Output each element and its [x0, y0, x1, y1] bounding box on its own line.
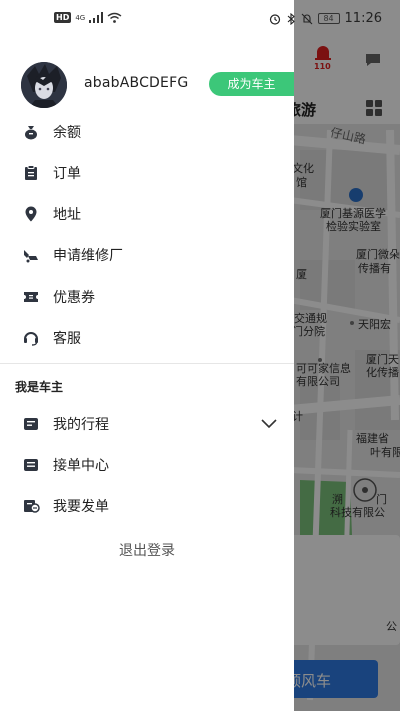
menu-label: 余额 [53, 125, 81, 141]
menu-item-my-trips[interactable]: 我的行程 [0, 403, 294, 443]
menu-item-customer-service[interactable]: 客服 [0, 317, 294, 357]
wifi-icon [107, 12, 122, 23]
menu-label: 我的行程 [53, 417, 109, 433]
battery-indicator: 84 [317, 13, 340, 24]
mute-icon [301, 13, 312, 24]
bluetooth-icon [287, 12, 295, 25]
status-bar-right: 84 11:26 [269, 11, 382, 26]
username: ababABCDEFG [84, 75, 189, 91]
menu-label: 我要发单 [53, 499, 109, 515]
menu-label: 优惠券 [53, 290, 95, 306]
signal-icon [89, 12, 104, 23]
order-center-icon [24, 459, 38, 471]
navigation-drawer: HD 4G ababABCDEFG 成为车主 余额 订单 地址 申请维修厂 优惠… [0, 0, 294, 711]
menu-item-order-center[interactable]: 接单中心 [0, 444, 294, 484]
divider [0, 363, 294, 364]
wallet-icon [25, 126, 37, 140]
network-type: 4G [75, 13, 86, 22]
menu-item-post-order[interactable]: 我要发单 [0, 485, 294, 525]
menu-label: 地址 [53, 207, 81, 223]
menu-item-apply-repair-shop[interactable]: 申请维修厂 [0, 234, 294, 274]
itinerary-icon [24, 418, 38, 430]
location-pin-icon [25, 206, 37, 222]
menu-label: 订单 [53, 166, 81, 182]
alarm-icon [269, 13, 280, 25]
status-time: 11:26 [344, 11, 382, 26]
menu-item-balance[interactable]: 余额 [0, 111, 294, 151]
menu-item-orders[interactable]: 订单 [0, 152, 294, 192]
menu-label: 接单中心 [53, 458, 109, 474]
clipboard-icon [25, 165, 37, 180]
post-order-icon [24, 500, 40, 513]
hd-badge: HD [54, 12, 72, 23]
become-owner-button[interactable]: 成为车主 [209, 72, 294, 96]
menu-label: 客服 [53, 331, 81, 347]
avatar-image [21, 62, 67, 108]
coupon-icon [24, 292, 38, 302]
avatar[interactable] [21, 62, 67, 108]
wrench-icon [24, 250, 38, 263]
headset-icon [24, 332, 38, 346]
logout-button[interactable]: 退出登录 [0, 540, 294, 560]
menu-item-address[interactable]: 地址 [0, 193, 294, 233]
menu-label: 申请维修厂 [53, 248, 123, 264]
menu-item-coupons[interactable]: 优惠券 [0, 276, 294, 316]
owner-section-title: 我是车主 [15, 380, 64, 394]
chevron-down-icon[interactable] [261, 419, 277, 429]
